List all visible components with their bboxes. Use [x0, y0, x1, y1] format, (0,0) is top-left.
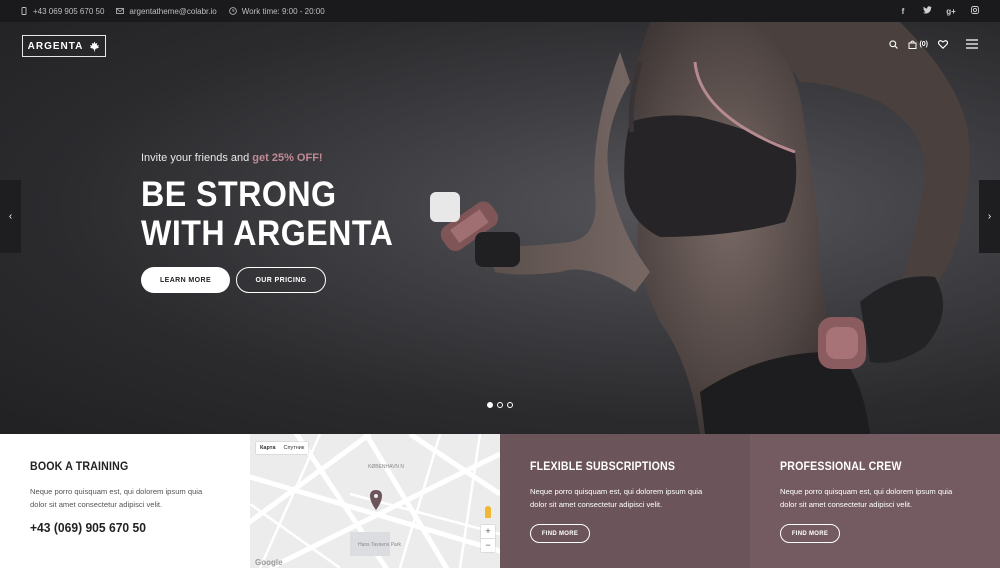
- social-links: f g+: [898, 6, 980, 16]
- book-training-title: BOOK A TRAINING: [30, 461, 129, 473]
- facebook-icon[interactable]: f: [898, 7, 908, 16]
- hero-slider: ARGENTA (0) Invite your friends and get …: [0, 22, 1000, 434]
- subscriptions-card: FLEXIBLE SUBSCRIPTIONS Neque porro quisq…: [500, 434, 750, 568]
- header-actions: (0): [889, 39, 978, 49]
- book-training-card: BOOK A TRAINING Neque porro quisquam est…: [0, 434, 250, 568]
- subscriptions-find-more-button[interactable]: FIND MORE: [530, 524, 590, 543]
- crew-find-more-button[interactable]: FIND MORE: [780, 524, 840, 543]
- crew-card: PROFESSIONAL CREW Neque porro quisquam e…: [750, 434, 1000, 568]
- street-view-pegman-icon[interactable]: [485, 506, 491, 518]
- bag-icon: [908, 40, 917, 49]
- our-pricing-button[interactable]: OUR PRICING: [236, 267, 326, 293]
- topbar-worktime: Work time: 9:00 - 20:00: [241, 6, 325, 16]
- map-tab-satellite[interactable]: Спутник: [280, 442, 309, 454]
- cart-count: (0): [919, 40, 928, 48]
- logo-text: ARGENTA: [27, 40, 84, 52]
- google-plus-icon[interactable]: g+: [946, 7, 956, 16]
- phone-info: +43 069 905 670 50: [20, 7, 104, 16]
- chevron-right-icon: ›: [987, 211, 992, 222]
- promo-highlight: get 25% OFF!: [252, 152, 323, 164]
- hamburger-menu-icon[interactable]: [966, 39, 978, 49]
- crew-text: Neque porro quisquam est, qui dolorem ip…: [780, 487, 953, 509]
- slider-next-button[interactable]: ›: [979, 180, 1000, 253]
- instagram-icon[interactable]: [970, 6, 980, 16]
- twitter-icon[interactable]: [922, 6, 932, 16]
- map-type-tabs: Карта Спутник: [256, 442, 309, 454]
- map-zoom-control: + −: [481, 525, 495, 552]
- booking-phone[interactable]: +43 (069) 905 670 50: [30, 520, 207, 535]
- clock-icon: [228, 7, 237, 15]
- location-map[interactable]: Карта Спутник KØBENHAVN N Hans Tavsens P…: [250, 434, 500, 568]
- map-label-park: Hans Tavsens Park: [358, 542, 401, 548]
- subscriptions-title: FLEXIBLE SUBSCRIPTIONS: [530, 461, 676, 473]
- slider-dot-3[interactable]: [507, 402, 513, 408]
- brand-logo[interactable]: ARGENTA: [22, 35, 106, 57]
- promo-text: Invite your friends and get 25% OFF!: [141, 152, 323, 164]
- map-tab-map[interactable]: Карта: [256, 442, 280, 454]
- crew-title: PROFESSIONAL CREW: [780, 461, 902, 473]
- worktime-info: Work time: 9:00 - 20:00: [228, 6, 325, 16]
- top-bar: +43 069 905 670 50 argentatheme@colabr.i…: [0, 0, 1000, 22]
- chevron-left-icon: ‹: [8, 211, 13, 222]
- maple-leaf-icon: [90, 40, 100, 52]
- google-logo[interactable]: Google: [255, 558, 283, 567]
- feature-row: BOOK A TRAINING Neque porro quisquam est…: [0, 434, 1000, 568]
- headline-line-1: BE STRONG: [141, 175, 337, 214]
- hero-headline: BE STRONG WITH ARGENTA: [141, 175, 393, 253]
- zoom-out-button[interactable]: −: [481, 539, 495, 552]
- mail-icon: [116, 8, 125, 14]
- phone-icon: [21, 7, 27, 15]
- headline-line-2: WITH ARGENTA: [141, 214, 394, 253]
- contact-info: +43 069 905 670 50 argentatheme@colabr.i…: [20, 7, 325, 16]
- zoom-in-button[interactable]: +: [481, 525, 495, 538]
- heart-icon[interactable]: [938, 39, 948, 49]
- cart-button[interactable]: (0): [908, 40, 928, 49]
- slider-pagination: [487, 402, 513, 408]
- slider-prev-button[interactable]: ‹: [0, 180, 21, 253]
- slider-dot-2[interactable]: [497, 402, 503, 408]
- topbar-email[interactable]: argentatheme@colabr.io: [129, 7, 216, 16]
- search-icon[interactable]: [889, 39, 899, 49]
- topbar-phone: +43 069 905 670 50: [33, 6, 105, 16]
- slider-dot-1[interactable]: [487, 402, 493, 408]
- map-label-district: KØBENHAVN N: [368, 464, 405, 470]
- subscriptions-text: Neque porro quisquam est, qui dolorem ip…: [530, 487, 703, 509]
- promo-prefix: Invite your friends and: [141, 152, 250, 164]
- learn-more-button[interactable]: LEARN MORE: [141, 267, 230, 293]
- book-training-text: Neque porro quisquam est, qui dolorem ip…: [30, 487, 203, 509]
- email-info[interactable]: argentatheme@colabr.io: [116, 7, 217, 16]
